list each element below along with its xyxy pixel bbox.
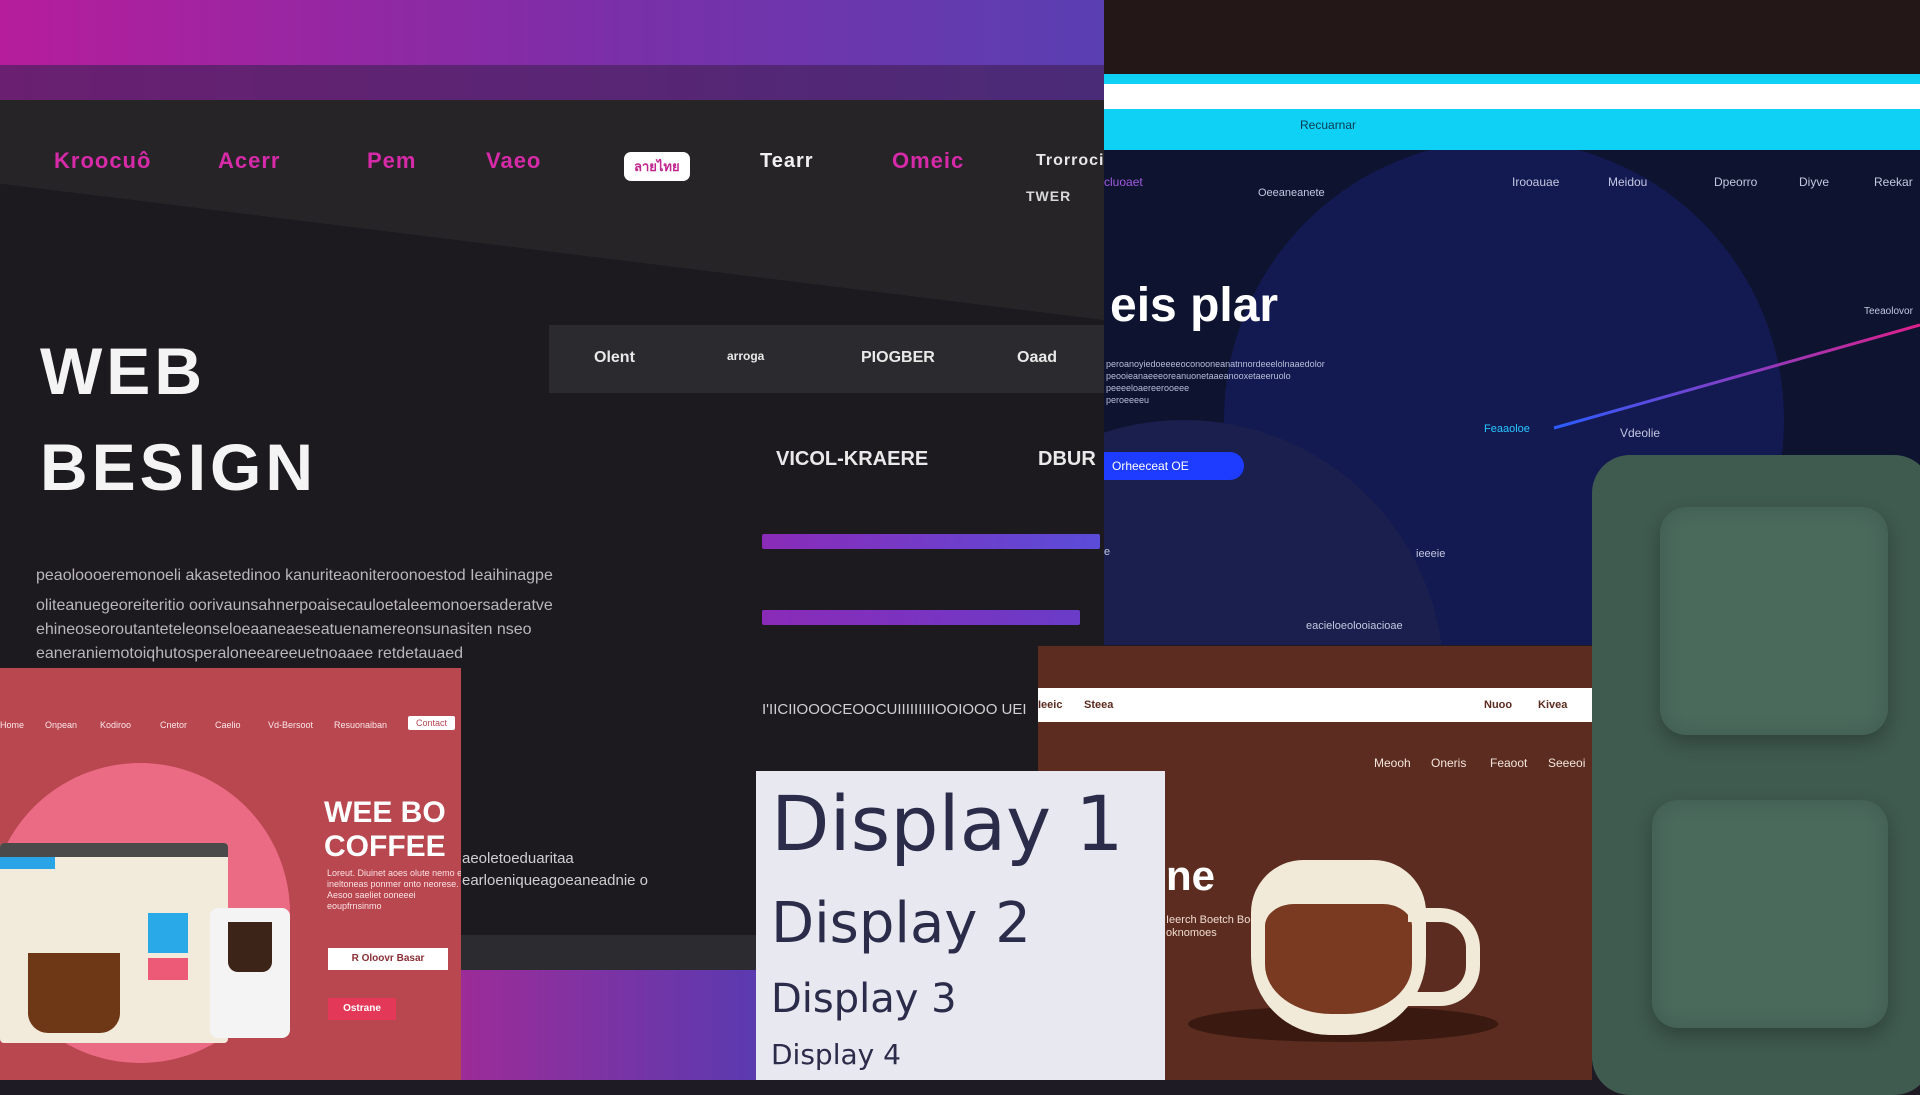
coffee-nav-left-1[interactable]: Ieeic (1038, 699, 1062, 711)
pink-nav-item-7[interactable]: Resuonaiban (334, 720, 387, 730)
coffee-menu-item-2[interactable]: Oneris (1431, 756, 1466, 770)
pink-nav-item-6[interactable]: Vd-Bersoot (268, 720, 313, 730)
pink-coffee-card: Home Onpean Kodiroo Cnetor Caelio Vd-Ber… (0, 668, 461, 1080)
coffee-liquid (1265, 904, 1412, 1014)
nav-wedge-background (0, 100, 1104, 320)
purple-bottom-banner (460, 970, 760, 1080)
pink-card-title-line: COFFEE (324, 830, 446, 863)
bottom-caption-line: earloeniqueagoeaneadnie o (462, 872, 649, 889)
display-4-text: Display 4 (771, 1038, 901, 1071)
bottom-caption: aeoletoeduaritaa earloeniqueagoeaneadnie… (462, 848, 662, 892)
coffee-cup-illustration (28, 953, 120, 1033)
purple-header-banner (0, 0, 1104, 100)
hero-title-line-1: WEB (40, 334, 206, 408)
chart-label-mid: Vdeolie (1620, 426, 1661, 440)
nav-pill-button[interactable]: ลายไทย (624, 152, 690, 181)
hero-title-line-2: BESIGN (40, 430, 318, 504)
coffee-menu-item-4[interactable]: Seeeoi (1548, 756, 1585, 770)
mockup-block-pink (148, 958, 188, 980)
navy-lower-label-2: eacieloeolooiacioae (1306, 620, 1403, 632)
coffee-nav-right-1[interactable]: Nuoo (1484, 699, 1512, 711)
progress-bar-2 (762, 610, 1080, 625)
pink-nav-item-3[interactable]: Kodiroo (100, 720, 131, 730)
nav-item-7[interactable]: Trorrocie (1036, 152, 1104, 170)
header-divider-band (0, 65, 1104, 100)
pink-card-secondary-button[interactable]: Ostrane (328, 998, 396, 1020)
sub-nav-item-3[interactable]: PIOGBER (861, 349, 935, 367)
nav-sub-label: TWER (1026, 188, 1072, 204)
nav-item-5[interactable]: Tearr (760, 150, 814, 173)
green-tile-2[interactable] (1652, 800, 1888, 1028)
pink-nav-item-5[interactable]: Caelio (215, 720, 241, 730)
mockup-tab (0, 857, 55, 869)
hero-paragraph-line: oliteanuegeoreiteritio oorivaunsahnerpoa… (36, 597, 553, 614)
pink-nav-item-4[interactable]: Cnetor (160, 720, 187, 730)
glass-coffee-cup (1251, 860, 1426, 1035)
pink-nav-item-1[interactable]: Home (0, 720, 24, 730)
sub-nav-item-2[interactable]: arroga (727, 349, 764, 363)
green-tiles-panel (1592, 455, 1920, 1095)
nav-item-6[interactable]: Omeic (892, 148, 964, 174)
hero-paragraph-line: eaneraniemotoiqhutosperaloneeareeuetnoaa… (36, 645, 464, 662)
bottom-caption-line: aeoletoeduaritaa (462, 850, 574, 867)
display-2-text: Display 2 (771, 891, 1031, 956)
mockup-toolbar (0, 843, 228, 857)
pink-nav-item-2[interactable]: Onpean (45, 720, 77, 730)
hero-paragraph-line: peaoloooeremonoeli akasetedinoo kanurite… (36, 567, 553, 584)
chart-label-left: Feaaoloe (1484, 423, 1530, 435)
display-3-text: Display 3 (771, 976, 957, 1022)
hero-paragraph-line: ehineoseoroutanteteleonseloeaaneaeseatue… (36, 621, 532, 638)
coffee-navbar: Ieeic Steea Nuoo Kivea (1038, 688, 1592, 722)
pink-nav-contact-button[interactable]: Contact (408, 716, 456, 730)
coffee-headline: ne (1166, 852, 1216, 899)
pink-card-primary-button[interactable]: R Oloovr Basar (328, 948, 448, 970)
bottom-dark-strip (460, 935, 760, 970)
navy-lower-label-1: ieeeie (1416, 548, 1446, 560)
pink-card-title: WEE BO COFFEE (324, 796, 446, 864)
nav-item-2[interactable]: Acerr (218, 148, 280, 174)
chart-label-right: Teeaolovor (1864, 306, 1913, 317)
vicol-label: VICOL-KRAERE (776, 448, 929, 470)
coffee-nav-right-2[interactable]: Kivea (1538, 699, 1567, 711)
sub-nav-item-4[interactable]: Oaad (1017, 349, 1057, 367)
green-tile-1[interactable] (1660, 507, 1888, 735)
cup-handle (1408, 908, 1480, 1006)
mockup-block-blue (148, 913, 188, 953)
nav-item-4[interactable]: Vaeo (486, 148, 541, 174)
typography-display-card: Display 1 Display 2 Display 3 Display 4 (756, 771, 1165, 1080)
navy-cta-button[interactable]: Orheeceat OE (1104, 452, 1244, 480)
coffee-menu-item-3[interactable]: Feaoot (1490, 756, 1527, 770)
sub-nav-item-1[interactable]: Olent (594, 349, 635, 367)
footer-caption: I'IICIIOOOCEOOCUIIIIIIIIIOOIOOO UEI (762, 701, 1027, 718)
dbur-label: DBUR (1038, 448, 1096, 470)
sub-nav-bar: Olent arroga PIOGBER Oaad (549, 325, 1104, 393)
progress-bar-1 (762, 534, 1100, 549)
coffee-mug-illustration (228, 922, 272, 972)
navy-lower-label-3: e (1104, 546, 1111, 558)
hero-paragraph: peaoloooeremonoeli akasetedinoo kanurite… (36, 564, 676, 666)
coffee-menu-item-1[interactable]: Meooh (1374, 756, 1411, 770)
nav-item-1[interactable]: Kroocuô (54, 148, 151, 174)
pink-card-title-line: WEE BO (324, 796, 446, 829)
coffee-nav-left-2[interactable]: Steea (1084, 699, 1113, 711)
browser-mockup-illustration (0, 843, 228, 1043)
nav-item-3[interactable]: Pem (367, 148, 416, 174)
pink-card-body: Loreut. Diuinet aoes olute nemo et inelt… (327, 868, 461, 911)
coffee-machine-illustration (210, 908, 290, 1038)
pink-card-nav: Home Onpean Kodiroo Cnetor Caelio Vd-Ber… (0, 714, 461, 738)
display-1-text: Display 1 (771, 779, 1124, 868)
